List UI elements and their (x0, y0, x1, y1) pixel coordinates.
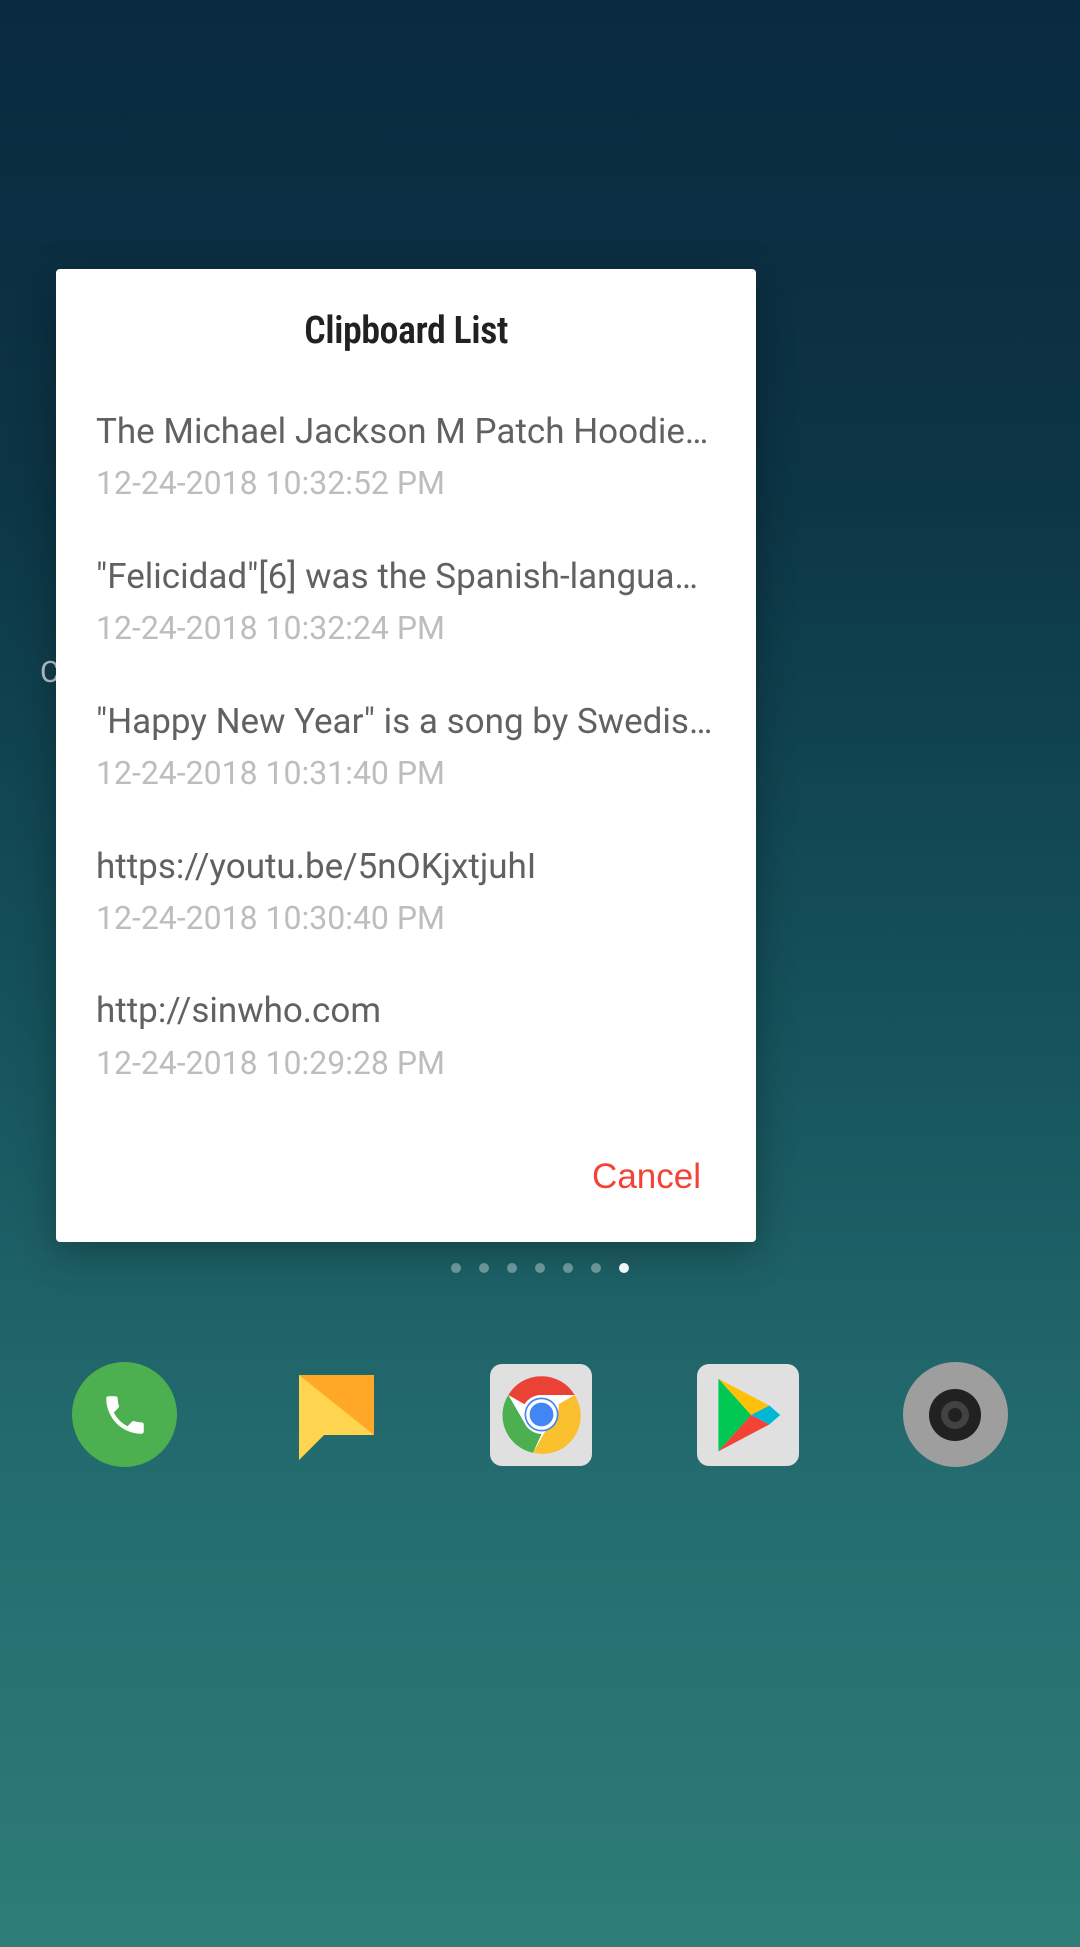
chrome-icon (499, 1372, 584, 1457)
clipboard-item-time: 12-24-2018 10:29:28 PM (96, 1043, 716, 1085)
clipboard-item-time: 12-24-2018 10:30:40 PM (96, 898, 716, 940)
chrome-app-icon[interactable] (490, 1364, 592, 1466)
page-dot[interactable] (535, 1263, 545, 1273)
page-indicators (451, 1263, 629, 1273)
clipboard-item-text: https://youtu.be/5nOKjxtjuhI (96, 843, 716, 890)
page-dot[interactable] (591, 1263, 601, 1273)
clipboard-item[interactable]: https://youtu.be/5nOKjxtjuhI 12-24-2018 … (96, 843, 716, 940)
clipboard-item-time: 12-24-2018 10:32:24 PM (96, 608, 716, 650)
play-store-app-icon[interactable] (697, 1364, 799, 1466)
dialog-actions: Cancel (56, 1132, 756, 1242)
clipboard-item-time: 12-24-2018 10:31:40 PM (96, 753, 716, 795)
clipboard-item[interactable]: http://sinwho.com 12-24-2018 10:29:28 PM (96, 987, 716, 1084)
page-dot[interactable] (451, 1263, 461, 1273)
play-store-icon (710, 1375, 785, 1455)
clipboard-item-time: 12-24-2018 10:32:52 PM (96, 463, 716, 505)
clipboard-item-text: http://sinwho.com (96, 987, 716, 1034)
phone-app-icon[interactable] (72, 1362, 177, 1467)
page-dot[interactable] (563, 1263, 573, 1273)
phone-icon (100, 1390, 150, 1440)
camera-app-icon[interactable] (903, 1362, 1008, 1467)
clipboard-dialog: Clipboard List The Michael Jackson M Pat… (56, 269, 756, 1242)
clipboard-item-text: "Happy New Year" is a song by Swedish gr… (96, 698, 716, 745)
page-dot[interactable] (479, 1263, 489, 1273)
clipboard-item[interactable]: "Happy New Year" is a song by Swedish gr… (96, 698, 716, 795)
clipboard-item-text: "Felicidad"[6] was the Spanish-language … (96, 553, 716, 600)
clipboard-item[interactable]: "Felicidad"[6] was the Spanish-language … (96, 553, 716, 650)
clipboard-list: The Michael Jackson M Patch Hoodie featu… (56, 408, 756, 1084)
dialog-title: Clipboard List (56, 309, 756, 353)
clipboard-item[interactable]: The Michael Jackson M Patch Hoodie featu… (96, 408, 716, 505)
dock (0, 1362, 1080, 1467)
page-dot-active[interactable] (619, 1263, 629, 1273)
cancel-button[interactable]: Cancel (592, 1147, 701, 1207)
page-dot[interactable] (507, 1263, 517, 1273)
camera-icon (925, 1385, 985, 1445)
messages-icon (284, 1365, 384, 1465)
messages-app-icon[interactable] (281, 1362, 386, 1467)
clipboard-item-text: The Michael Jackson M Patch Hoodie featu… (96, 408, 716, 455)
